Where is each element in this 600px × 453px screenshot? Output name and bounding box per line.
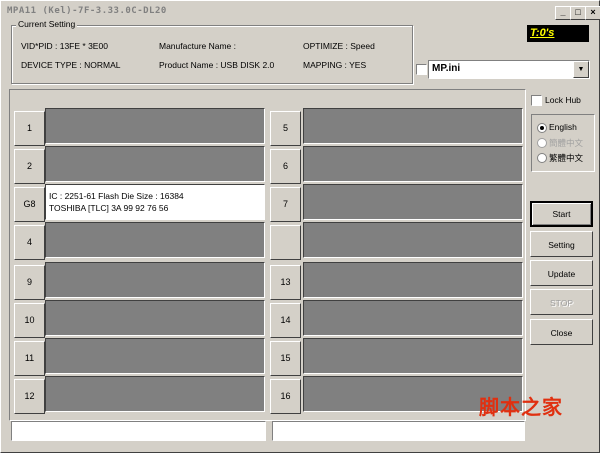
slot-info-line1: IC : 2251-61 Flash Die Size : 16384	[49, 191, 184, 201]
slot-button-11[interactable]: 11	[14, 341, 45, 376]
slot-box-4	[45, 222, 265, 258]
slot-box-14	[303, 300, 523, 336]
dropdown-arrow-icon[interactable]: ▼	[573, 61, 589, 78]
update-button[interactable]: Update	[530, 260, 593, 286]
slot-box-9	[45, 262, 265, 298]
ini-combo-value: MP.ini	[432, 63, 461, 74]
language-traditional-label: 繁體中文	[549, 153, 584, 163]
radio-simplified-chinese	[537, 138, 547, 148]
vid-pid-label: VID*PID : 13FE * 3E00	[21, 41, 108, 51]
slot-button-8[interactable]	[270, 225, 301, 260]
slot-box-10	[45, 300, 265, 336]
slot-box-1	[45, 108, 265, 144]
slot-button-3[interactable]: G8	[14, 187, 45, 222]
close-button[interactable]: Close	[530, 319, 593, 345]
ini-combo[interactable]: MP.ini ▼	[428, 60, 590, 79]
stop-button: STOP	[530, 289, 593, 315]
slot-button-15[interactable]: 15	[270, 341, 301, 376]
radio-traditional-chinese[interactable]	[537, 153, 547, 163]
language-english-label: English	[549, 122, 577, 132]
slots-panel: 1 2 G8 IC : 2251-61 Flash Die Size : 163…	[9, 89, 526, 421]
slot-box-15	[303, 338, 523, 374]
window-title: MPA11 (Kel)-7F-3.33.0C-DL20	[7, 6, 167, 16]
slot-info: IC : 2251-61 Flash Die Size : 16384 TOSH…	[49, 190, 184, 214]
slot-button-12[interactable]: 12	[14, 379, 45, 414]
slot-box-5	[303, 108, 523, 144]
title-bar: MPA11 (Kel)-7F-3.33.0C-DL20 _ □ ×	[4, 4, 600, 20]
timer-display: T:0's	[527, 25, 589, 42]
minimize-button[interactable]: _	[555, 6, 571, 20]
close-window-button[interactable]: ×	[585, 6, 600, 20]
manufacture-name-label: Manufacture Name :	[159, 41, 237, 51]
slot-box-3: IC : 2251-61 Flash Die Size : 16384 TOSH…	[45, 184, 265, 220]
slot-button-7[interactable]: 7	[270, 187, 301, 222]
slot-button-13[interactable]: 13	[270, 265, 301, 300]
slot-box-6	[303, 146, 523, 182]
lock-hub-checkbox[interactable]	[531, 95, 542, 106]
mapping-label: MAPPING : YES	[303, 60, 367, 70]
slot-box-13	[303, 262, 523, 298]
setting-button[interactable]: Setting	[530, 231, 593, 257]
slot-button-6[interactable]: 6	[270, 149, 301, 184]
current-setting-group: Current Setting VID*PID : 13FE * 3E00 Ma…	[11, 19, 413, 84]
device-type-label: DEVICE TYPE : NORMAL	[21, 60, 121, 70]
slot-button-16[interactable]: 16	[270, 379, 301, 414]
slot-box-8	[303, 222, 523, 258]
start-button[interactable]: Start	[530, 201, 593, 227]
language-group: English 簡體中文 繁體中文	[531, 114, 595, 172]
slot-button-2[interactable]: 2	[14, 149, 45, 184]
radio-english[interactable]	[537, 123, 547, 133]
product-name-label: Product Name : USB DISK 2.0	[159, 60, 275, 70]
slot-button-10[interactable]: 10	[14, 303, 45, 338]
slot-box-12	[45, 376, 265, 412]
slot-info-line2: TOSHIBA [TLC] 3A 99 92 76 56	[49, 203, 169, 213]
slot-box-7	[303, 184, 523, 220]
status-field-right	[272, 421, 525, 441]
slot-button-5[interactable]: 5	[270, 111, 301, 146]
app-window: MPA11 (Kel)-7F-3.33.0C-DL20 _ □ × Curren…	[0, 0, 600, 453]
slot-button-14[interactable]: 14	[270, 303, 301, 338]
maximize-button[interactable]: □	[570, 6, 586, 20]
current-setting-legend: Current Setting	[16, 19, 78, 29]
language-simplified-label: 簡體中文	[549, 138, 584, 148]
slot-box-11	[45, 338, 265, 374]
lock-hub-label: Lock Hub	[545, 95, 581, 105]
slot-button-1[interactable]: 1	[14, 111, 45, 146]
slot-button-4[interactable]: 4	[14, 225, 45, 260]
ini-checkbox[interactable]	[416, 64, 427, 75]
optimize-label: OPTIMIZE : Speed	[303, 41, 375, 51]
status-field-left	[11, 421, 266, 441]
slot-box-2	[45, 146, 265, 182]
slot-button-9[interactable]: 9	[14, 265, 45, 300]
watermark-logo: 脚本之家	[479, 395, 563, 419]
